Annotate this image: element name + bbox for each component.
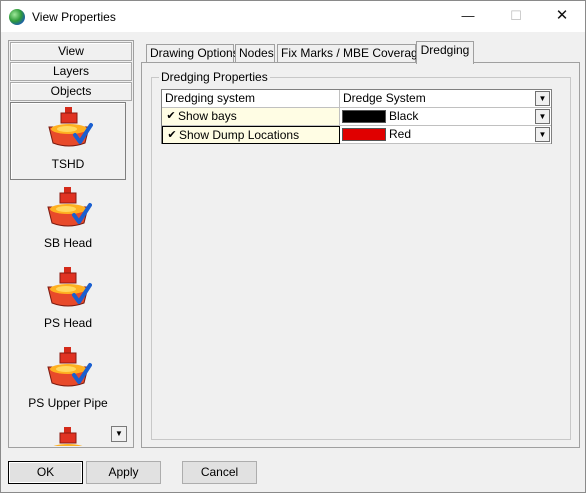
chevron-down-icon[interactable]: ▼ [535,109,550,124]
title-bar: View Properties — ☐ ✕ [1,1,585,32]
minimize-button[interactable]: — [445,1,491,31]
maximize-button[interactable]: ☐ [493,1,539,31]
close-button[interactable]: ✕ [539,1,585,31]
checkbox-show-dump-locations[interactable]: ✔ [166,129,178,141]
tshd-vessel-icon [47,267,92,307]
color-swatch [342,128,386,141]
nav-view-button[interactable]: View [10,42,132,61]
object-label: PS Head [43,316,93,330]
color-select-show-dump-locations[interactable]: Red ▼ [340,126,551,144]
row-show-bays[interactable]: ✔ Show bays [162,108,340,126]
tab-nodes[interactable]: Nodes [235,44,275,63]
object-item-ps-head[interactable]: PS Head [10,263,126,341]
tshd-vessel-icon [48,107,93,147]
grid-header-value-cell[interactable]: Dredge System ▼ [340,90,551,108]
window-title: View Properties [32,10,116,24]
object-item-ps-upper-pipe[interactable]: PS Upper Pipe [10,343,126,421]
color-name: Black [389,109,419,123]
object-item-sb-head[interactable]: SB Head [10,183,126,261]
object-label: SB Head [43,236,93,250]
globe-icon [9,9,25,25]
object-list: TSHD SB Head PS Head PS Upper Pipe [10,101,132,446]
dredging-tab-pane: Dredging Properties Dredging system Dred… [141,62,580,448]
grid-header-name: Dredging system [162,90,340,108]
chevron-down-icon[interactable]: ▼ [535,127,550,142]
row-show-dump-locations[interactable]: ✔ Show Dump Locations [162,126,340,144]
object-label: TSHD [51,157,85,171]
color-name: Red [389,127,412,141]
tshd-vessel-icon [47,347,92,387]
color-select-show-bays[interactable]: Black ▼ [340,108,551,126]
view-properties-window: View Properties — ☐ ✕ View Layers Object… [0,0,586,493]
tshd-vessel-icon [53,427,83,446]
color-swatch [342,110,386,123]
object-item-tshd[interactable]: TSHD [10,102,126,180]
property-grid: Dredging system Dredge System ▼ ✔ Show b… [161,89,552,144]
chevron-down-icon[interactable]: ▼ [535,91,550,106]
object-label: PS Upper Pipe [28,396,108,410]
nav-objects-button[interactable]: Objects [10,82,132,101]
object-item-partial[interactable] [10,423,126,446]
tab-drawing-options[interactable]: Drawing Options [146,44,239,63]
scroll-down-button[interactable]: ▼ [111,426,127,442]
ok-button[interactable]: OK [8,461,83,484]
object-navigator: View Layers Objects TSHD SB Head PS Head… [8,40,134,448]
dredging-properties-group: Dredging Properties Dredging system Dred… [151,70,571,440]
tab-dredging[interactable]: Dredging [416,41,474,64]
dredge-system-value: Dredge System [343,91,426,105]
tshd-vessel-icon [47,187,92,227]
cancel-button[interactable]: Cancel [182,461,257,484]
apply-button[interactable]: Apply [86,461,161,484]
row-label: Show bays [178,109,237,123]
row-label: Show Dump Locations [179,128,300,142]
checkbox-show-bays[interactable]: ✔ [165,110,177,122]
nav-layers-button[interactable]: Layers [10,62,132,81]
group-title: Dredging Properties [159,70,270,84]
tab-fix-marks[interactable]: Fix Marks / MBE Coverage [277,44,424,63]
